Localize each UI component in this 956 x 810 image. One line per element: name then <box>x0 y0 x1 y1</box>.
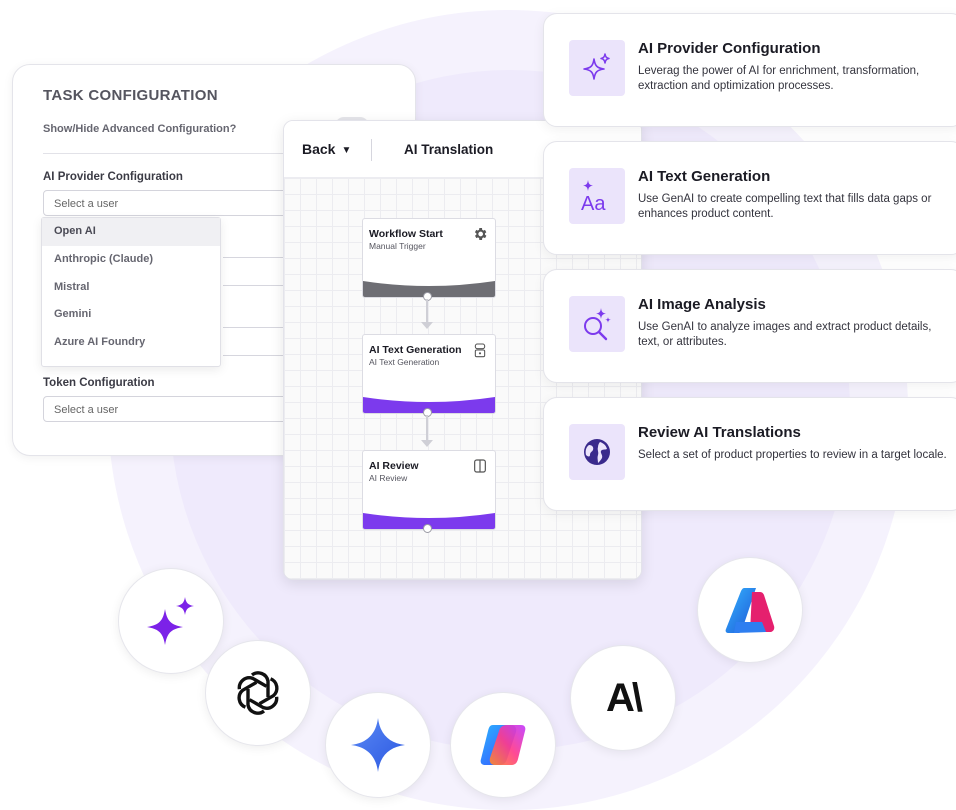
dropdown-option-open-ai[interactable]: Open AI <box>42 218 220 246</box>
feature-icon-box <box>569 40 625 96</box>
node-subtitle: AI Review <box>369 473 408 483</box>
sparkle-icon <box>583 53 610 80</box>
token-configuration-label: Token Configuration <box>43 377 155 389</box>
feature-description: Use GenAI to analyze images and extract … <box>638 321 932 348</box>
workflow-title: AI Translation <box>404 142 494 157</box>
image-search-icon <box>584 308 611 341</box>
node-connector-dot[interactable] <box>423 292 432 301</box>
caret-down-icon: ▼ <box>341 145 352 156</box>
openai-logo-icon <box>237 671 279 715</box>
dropdown-option-azure[interactable]: Azure AI Foundry <box>42 329 220 357</box>
sparkle-logo-icon <box>147 597 194 645</box>
feature-card-ai-provider[interactable]: AI Provider Configuration Leverag the po… <box>543 13 956 127</box>
arrow-down-icon <box>421 440 433 447</box>
dropdown-option-anthropic[interactable]: Anthropic (Claude) <box>42 246 220 274</box>
azure-logo-icon <box>725 588 775 633</box>
anthropic-logo-icon: A\ <box>606 675 643 720</box>
arrow-down-icon <box>421 322 433 329</box>
back-label: Back <box>302 141 336 157</box>
svg-text:Aa: Aa <box>581 193 606 214</box>
book-icon <box>474 459 486 473</box>
node-title: AI Review <box>369 460 419 472</box>
node-subtitle: AI Text Generation <box>369 357 440 367</box>
feature-icon-box <box>569 296 625 352</box>
back-button[interactable]: Back ▼ <box>302 141 351 157</box>
advanced-configuration-label: Show/Hide Advanced Configuration? <box>43 123 237 135</box>
workflow-node-start[interactable]: Workflow Start Manual Trigger <box>362 218 496 298</box>
ai-provider-label: AI Provider Configuration <box>43 171 183 183</box>
gemini-logo <box>325 692 431 798</box>
feature-title: AI Image Analysis <box>638 296 766 313</box>
feature-description: Use GenAI to create compelling text that… <box>638 193 932 220</box>
feature-card-ai-text-generation[interactable]: Aa AI Text Generation Use GenAI to creat… <box>543 141 956 255</box>
openai-logo <box>205 640 311 746</box>
text-sparkle-icon: Aa <box>581 180 606 214</box>
workflow-node-ai-review[interactable]: AI Review AI Review <box>362 450 496 530</box>
connector-line <box>426 299 428 323</box>
header-separator <box>371 139 372 161</box>
sparkle-logo <box>118 568 224 674</box>
anthropic-logo: A\ <box>570 645 676 751</box>
copilot-logo-icon <box>480 725 526 765</box>
dropdown-option-gemini[interactable]: Gemini <box>42 301 220 329</box>
feature-card-review-ai-translations[interactable]: Review AI Translations Select a set of p… <box>543 397 956 511</box>
feature-description: Leverag the power of AI for enrichment, … <box>638 65 920 92</box>
node-title: AI Text Generation <box>369 344 462 356</box>
ai-provider-dropdown: Open AI Anthropic (Claude) Mistral Gemin… <box>41 217 221 367</box>
feature-title: Review AI Translations <box>638 424 801 441</box>
globe-icon <box>584 439 610 465</box>
azure-logo <box>697 557 803 663</box>
feature-icon-box: Aa <box>569 168 625 224</box>
task-configuration-title: TASK CONFIGURATION <box>43 87 218 104</box>
feature-title: AI Provider Configuration <box>638 40 821 57</box>
node-connector-dot[interactable] <box>423 524 432 533</box>
feature-description: Select a set of product properties to re… <box>638 449 947 461</box>
gemini-logo-icon <box>351 718 405 772</box>
connector-line <box>426 415 428 441</box>
gear-icon[interactable] <box>472 226 488 242</box>
workflow-node-text-generation[interactable]: AI Text Generation AI Text Generation <box>362 334 496 414</box>
node-title: Workflow Start <box>369 228 443 240</box>
feature-icon-box <box>569 424 625 480</box>
feature-card-ai-image-analysis[interactable]: AI Image Analysis Use GenAI to analyze i… <box>543 269 956 383</box>
node-connector-dot[interactable] <box>423 408 432 417</box>
copilot-logo <box>450 692 556 798</box>
feature-title: AI Text Generation <box>638 168 771 185</box>
dropdown-option-mistral[interactable]: Mistral <box>42 274 220 302</box>
robot-icon <box>474 343 486 358</box>
node-subtitle: Manual Trigger <box>369 241 426 251</box>
